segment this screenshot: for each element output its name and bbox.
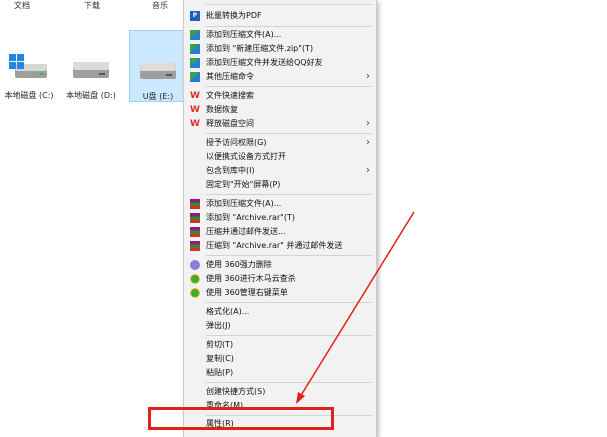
annotation-arrow xyxy=(296,211,415,404)
